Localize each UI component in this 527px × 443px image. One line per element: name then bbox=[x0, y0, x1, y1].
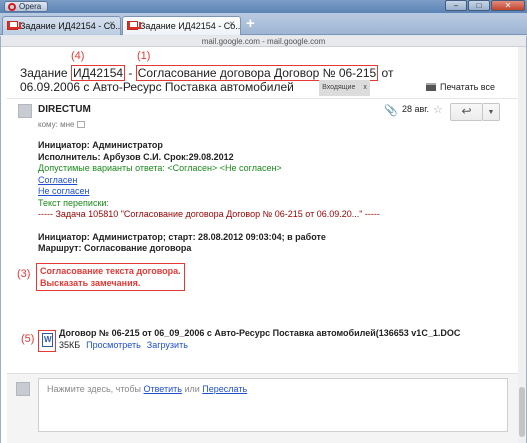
annotation-1: (1) bbox=[137, 50, 151, 62]
annotation-4: (4) bbox=[71, 50, 85, 62]
annotation-5: (5) bbox=[21, 333, 35, 345]
close-window-button[interactable]: ✕ bbox=[491, 0, 525, 11]
annotation-3: (3) bbox=[17, 268, 31, 280]
opera-menu-button[interactable]: Opera bbox=[4, 1, 49, 12]
more-actions-button[interactable]: ▼ bbox=[483, 103, 500, 121]
user-avatar bbox=[16, 382, 30, 396]
recipient-line: кому: мне bbox=[38, 120, 86, 129]
reply-link[interactable]: Ответить bbox=[143, 384, 181, 394]
close-tab-icon[interactable]: × bbox=[107, 20, 117, 30]
thread-line: ----- Задача 105810 "Согласование догово… bbox=[38, 209, 380, 219]
tab-label: Задание ИД42154 - Со... bbox=[20, 21, 121, 31]
executor-line: Исполнитель: Арбузов С.И. Срок:29.08.201… bbox=[38, 151, 234, 162]
attachment-meta: 35КБ Просмотреть Загрузить bbox=[59, 340, 188, 350]
tab-label: Задание ИД42154 - Со... bbox=[140, 21, 241, 31]
subject-prefix: Задание bbox=[20, 66, 71, 80]
scrollbar-thumb[interactable] bbox=[519, 387, 525, 437]
minimize-button[interactable]: – bbox=[445, 0, 467, 11]
page-title: Задание ИД42154 - Согласование договора … bbox=[20, 65, 420, 96]
remark-line-1: Согласование текста договора. bbox=[40, 266, 181, 276]
details-dropdown-icon[interactable] bbox=[77, 121, 86, 128]
gmail-icon bbox=[7, 21, 18, 30]
tab-gmail-1[interactable]: Задание ИД42154 - Со... × bbox=[2, 16, 121, 35]
download-attachment-link[interactable]: Загрузить bbox=[147, 340, 188, 350]
word-document-icon[interactable] bbox=[38, 330, 56, 352]
inbox-label-text: Входящие bbox=[322, 84, 356, 91]
forward-link[interactable]: Переслать bbox=[202, 384, 247, 394]
divider bbox=[7, 98, 518, 99]
initiator-status-line: Инициатор: Администратор; старт: 28.08.2… bbox=[38, 231, 326, 242]
subject-row: (4) (1) Задание ИД42154 - Согласование д… bbox=[1, 46, 526, 106]
printer-icon bbox=[426, 83, 436, 91]
attachment-filename: Договор № 06-215 от 06_09_2006 с Авто-Ре… bbox=[59, 328, 461, 338]
message-date: 28 авг. bbox=[402, 104, 429, 114]
vertical-scrollbar[interactable] bbox=[518, 47, 526, 443]
print-all-button[interactable]: Печатать все bbox=[426, 82, 495, 92]
browser-titlebar: Opera – □ ✕ bbox=[0, 0, 527, 13]
attachment-size: 35КБ bbox=[59, 340, 81, 350]
new-tab-button[interactable]: + bbox=[246, 16, 255, 31]
close-tab-icon[interactable]: × bbox=[227, 20, 237, 30]
message-body: Инициатор: Администратор Исполнитель: Ар… bbox=[38, 140, 508, 255]
inbox-label-badge[interactable]: Входящие x bbox=[319, 80, 370, 96]
reply-area: Нажмите здесь, чтобы Ответить или Пересл… bbox=[7, 373, 520, 443]
disagree-link[interactable]: Не согласен bbox=[38, 186, 89, 196]
window-controls: – □ ✕ bbox=[445, 0, 525, 11]
initiator-line: Инициатор: Администратор bbox=[38, 140, 163, 150]
allowed-answers: Допустимые варианты ответа: <Согласен> <… bbox=[38, 163, 282, 173]
subject-title: Согласование договора Договор № 06-215 bbox=[135, 65, 379, 81]
recipient-label: кому: мне bbox=[38, 120, 75, 129]
reply-button[interactable]: ↩ bbox=[450, 103, 483, 121]
correspondence-label: Текст переписки: bbox=[38, 197, 109, 208]
tab-bar: Задание ИД42154 - Со... × Задание ИД4215… bbox=[0, 13, 527, 35]
subject-separator: - bbox=[125, 66, 136, 80]
opera-menu-label: Opera bbox=[19, 2, 42, 11]
remove-label-icon[interactable]: x bbox=[363, 84, 367, 91]
opera-logo-icon bbox=[8, 3, 16, 11]
gmail-icon bbox=[127, 21, 138, 30]
paperclip-icon: 📎 bbox=[384, 105, 398, 117]
sender-avatar bbox=[18, 104, 32, 118]
maximize-button[interactable]: □ bbox=[468, 0, 490, 11]
star-icon[interactable]: ☆ bbox=[433, 103, 443, 116]
subject-line2: 06.09.2006 с Авто-Ресурс Поставка автомо… bbox=[20, 80, 294, 94]
remark-line-2: Высказать замечания. bbox=[40, 278, 141, 288]
reply-input[interactable]: Нажмите здесь, чтобы Ответить или Пересл… bbox=[38, 378, 508, 432]
view-attachment-link[interactable]: Просмотреть bbox=[86, 340, 141, 350]
reply-or: или bbox=[181, 384, 203, 394]
print-all-label: Печатать все bbox=[440, 82, 495, 92]
tab-gmail-2[interactable]: Задание ИД42154 - Со... × bbox=[122, 16, 241, 35]
doc-page bbox=[42, 333, 53, 347]
task-id: ИД42154 bbox=[70, 65, 126, 81]
sender-name[interactable]: DIRECTUM bbox=[38, 104, 91, 115]
route-line: Маршрут: Согласование договора bbox=[38, 243, 192, 253]
subject-suffix: от bbox=[378, 66, 394, 80]
remark-box: Согласование текста договора. Высказать … bbox=[36, 263, 185, 291]
reply-prompt: Нажмите здесь, чтобы bbox=[47, 384, 144, 394]
agree-link[interactable]: Согласен bbox=[38, 175, 77, 185]
